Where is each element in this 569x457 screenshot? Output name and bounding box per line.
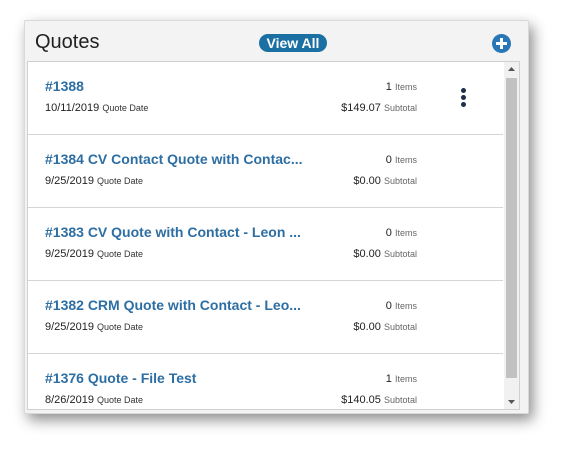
vertical-scrollbar[interactable]: [504, 62, 519, 409]
add-quote-button[interactable]: [492, 34, 511, 53]
plus-circle-icon: [496, 38, 507, 49]
quote-title-link[interactable]: #1384 CV Contact Quote with Contac...: [45, 151, 303, 167]
quote-items-count: 0: [385, 154, 392, 166]
quote-subtotal-label: Subtotal: [383, 249, 417, 259]
quote-items-label: Items: [394, 301, 417, 311]
quote-row[interactable]: #1388 10/11/2019 Quote Date 1 Items $149…: [28, 62, 503, 135]
quotes-widget: Quotes View All #1388 10/11/2019 Quote D…: [24, 20, 529, 414]
quote-row[interactable]: #1376 Quote - File Test 8/26/2019 Quote …: [28, 354, 503, 409]
quote-date: 9/25/2019 Quote Date: [45, 321, 143, 333]
quote-date-value: 8/26/2019: [45, 394, 94, 406]
quote-date-value: 9/25/2019: [45, 175, 94, 187]
quote-subtotal-value: $149.07: [341, 102, 381, 114]
quote-items-count: 0: [385, 227, 392, 239]
quote-subtotal-value: $0.00: [353, 321, 381, 333]
quote-subtotal-value: $140.05: [341, 394, 381, 406]
quote-date-label: Quote Date: [97, 249, 144, 259]
quote-date-label: Quote Date: [97, 176, 144, 186]
quote-date: 9/25/2019 Quote Date: [45, 175, 143, 187]
quote-subtotal: $0.00 Subtotal: [353, 321, 417, 333]
quote-row[interactable]: #1383 CV Quote with Contact - Leon ... 9…: [28, 208, 503, 281]
quote-subtotal-value: $0.00: [353, 248, 381, 260]
quote-items-label: Items: [394, 155, 417, 165]
quote-date-label: Quote Date: [97, 322, 144, 332]
quote-subtotal: $149.07 Subtotal: [341, 102, 417, 114]
quote-subtotal-value: $0.00: [353, 175, 381, 187]
scrollbar-thumb[interactable]: [506, 78, 517, 378]
quote-items-count: 0: [385, 300, 392, 312]
quote-items: 0 Items: [386, 300, 417, 312]
quote-items: 0 Items: [386, 227, 417, 239]
quote-row[interactable]: #1382 CRM Quote with Contact - Leo... 9/…: [28, 281, 503, 354]
quote-date-value: 9/25/2019: [45, 248, 94, 260]
widget-header: Quotes View All: [25, 21, 528, 61]
quote-title-link[interactable]: #1382 CRM Quote with Contact - Leo...: [45, 297, 301, 313]
quote-date-label: Quote Date: [97, 395, 144, 405]
quotes-list-container[interactable]: #1388 10/11/2019 Quote Date 1 Items $149…: [27, 61, 520, 410]
quote-subtotal-label: Subtotal: [383, 395, 417, 405]
quote-date: 10/11/2019 Quote Date: [45, 102, 148, 114]
quote-items: 1 Items: [386, 81, 417, 93]
scroll-up-arrow-icon[interactable]: [504, 62, 519, 76]
quote-subtotal: $0.00 Subtotal: [353, 175, 417, 187]
quote-title-link[interactable]: #1383 CV Quote with Contact - Leon ...: [45, 224, 301, 240]
quote-date: 9/25/2019 Quote Date: [45, 248, 143, 260]
quotes-list: #1388 10/11/2019 Quote Date 1 Items $149…: [28, 62, 503, 409]
quote-items: 1 Items: [386, 373, 417, 385]
quote-items-label: Items: [394, 228, 417, 238]
more-vertical-icon[interactable]: [459, 88, 467, 110]
quote-items-label: Items: [394, 374, 417, 384]
quote-items: 0 Items: [386, 154, 417, 166]
quote-items-count: 1: [385, 373, 392, 385]
quote-title-link[interactable]: #1388: [45, 78, 84, 94]
quote-date: 8/26/2019 Quote Date: [45, 394, 143, 406]
quote-subtotal-label: Subtotal: [383, 322, 417, 332]
quote-subtotal: $0.00 Subtotal: [353, 248, 417, 260]
quote-row[interactable]: #1384 CV Contact Quote with Contac... 9/…: [28, 135, 503, 208]
quote-date-value: 10/11/2019: [45, 102, 100, 114]
quote-subtotal-label: Subtotal: [383, 176, 417, 186]
quote-subtotal-label: Subtotal: [383, 103, 417, 113]
quote-subtotal: $140.05 Subtotal: [341, 394, 417, 406]
quote-items-label: Items: [394, 82, 417, 92]
quote-title-link[interactable]: #1376 Quote - File Test: [45, 370, 196, 386]
quote-date-label: Quote Date: [102, 103, 149, 113]
widget-title: Quotes: [35, 31, 100, 53]
scroll-down-arrow-icon[interactable]: [504, 395, 519, 409]
view-all-button[interactable]: View All: [259, 34, 327, 52]
quote-date-value: 9/25/2019: [45, 321, 94, 333]
quote-items-count: 1: [385, 81, 392, 93]
